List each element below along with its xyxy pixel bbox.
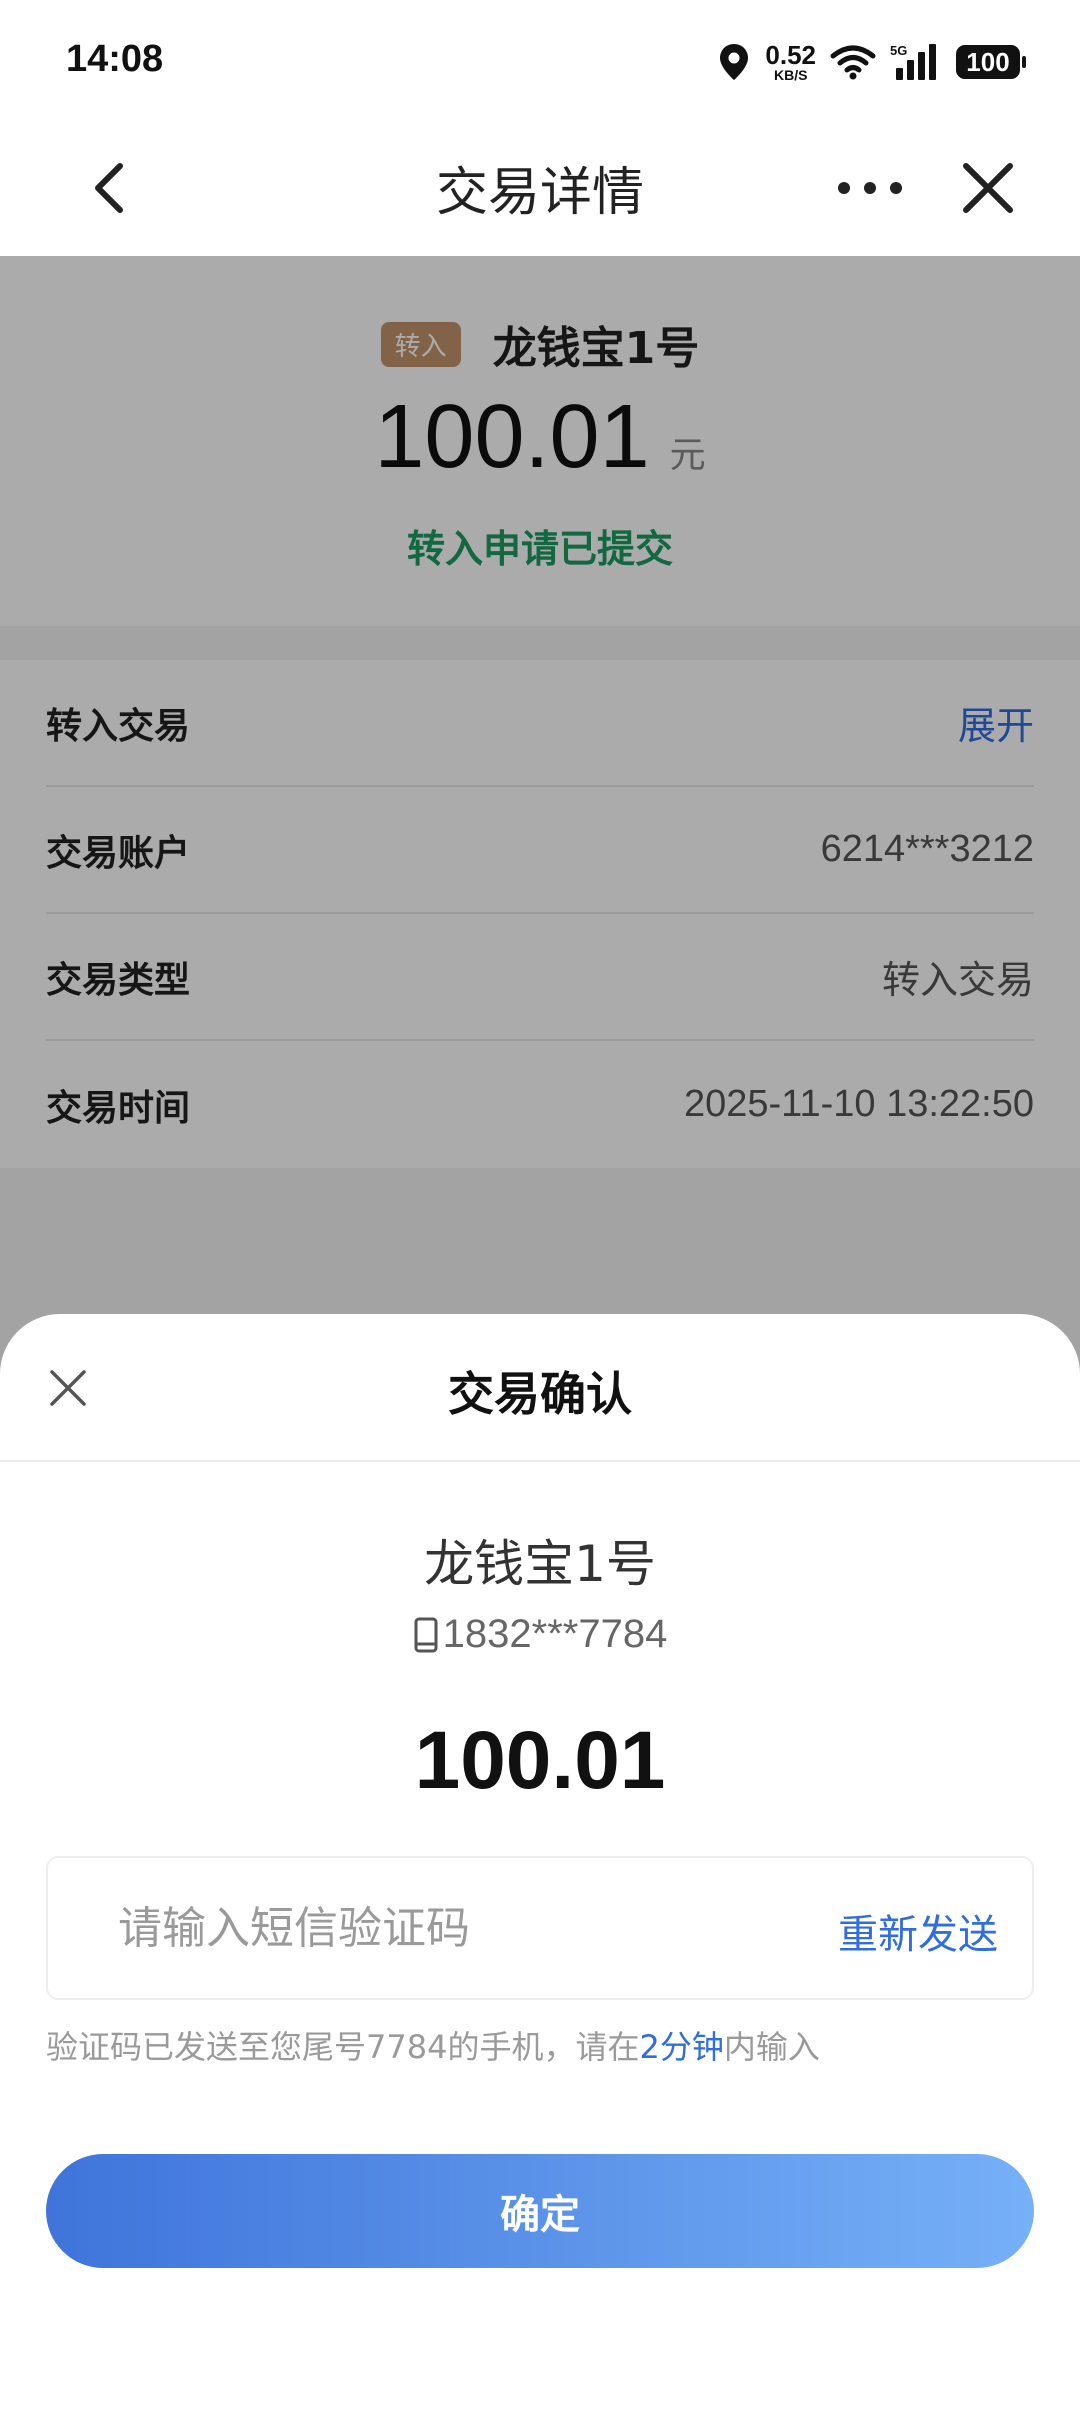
- sms-code-input[interactable]: [118, 1858, 758, 1998]
- sheet-header: 交易确认: [0, 1314, 1080, 1462]
- sheet-phone: 1832***7784: [0, 1612, 1080, 1657]
- phone-number: 1832***7784: [442, 1612, 668, 1656]
- location-icon: [720, 44, 749, 80]
- sms-hint: 验证码已发送至您尾号7784的手机，请在2分钟内输入: [46, 2022, 820, 2068]
- sheet-product-name: 龙钱宝1号: [424, 1535, 656, 1593]
- resend-button[interactable]: 重新发送: [838, 1902, 998, 1960]
- sheet-title: 交易确认: [448, 1367, 632, 1421]
- sheet-amount: 100.01: [414, 1715, 666, 1806]
- confirm-sheet: 交易确认 龙钱宝1号 1832***7784 100.01 重新发送 验证码已发…: [0, 1314, 1080, 2412]
- net-speed-unit: KB/S: [773, 67, 808, 83]
- sms-code-field: 重新发送: [46, 1856, 1034, 2000]
- nav-bar: 交易详情: [0, 120, 1080, 256]
- net-speed: 0.52 KB/S: [765, 42, 816, 82]
- wifi-icon: [830, 45, 876, 80]
- signal-5g-icon: 5G: [890, 43, 936, 80]
- phone-icon: [414, 1617, 438, 1652]
- network-type-label: 5G: [890, 43, 907, 58]
- battery-icon: 100: [956, 45, 1026, 79]
- status-time: 14:08: [66, 38, 164, 80]
- close-icon[interactable]: [956, 156, 1020, 220]
- hint-prefix: 验证码已发送至您尾号7784的手机，请在: [46, 2028, 640, 2066]
- page-title: 交易详情: [435, 163, 644, 223]
- net-speed-value: 0.52: [765, 40, 816, 70]
- status-bar: 14:08 0.52 KB/S 5G 100: [0, 0, 1080, 120]
- confirm-button[interactable]: 确定: [46, 2154, 1034, 2268]
- more-icon[interactable]: [830, 168, 910, 208]
- hint-suffix: 内输入: [723, 2028, 820, 2066]
- status-icons: 0.52 KB/S 5G 100: [717, 36, 1026, 88]
- hint-timeout: 2分钟: [639, 2028, 724, 2066]
